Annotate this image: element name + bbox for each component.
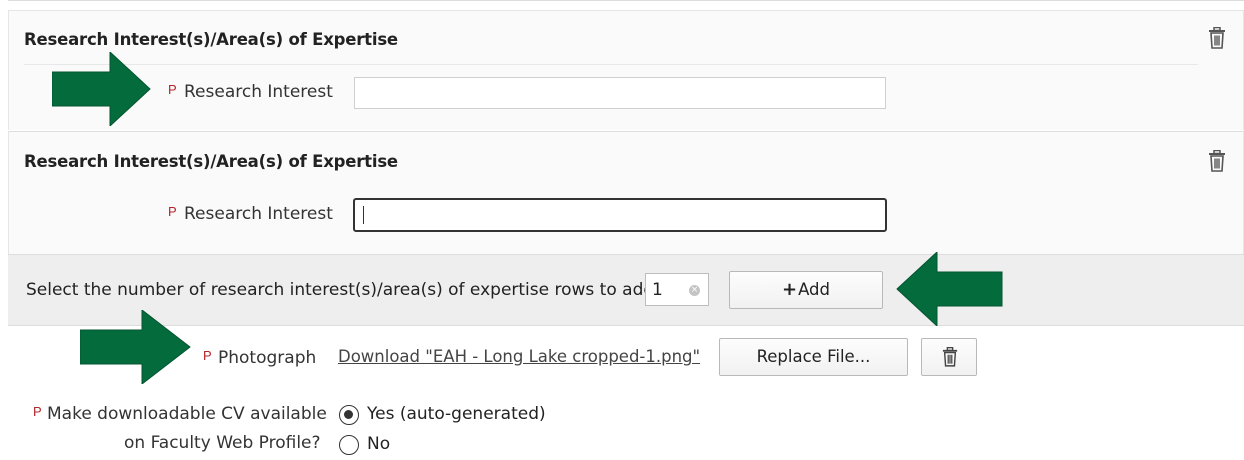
replace-file-button[interactable]: Replace File...	[719, 338, 908, 376]
plus-icon: +	[781, 279, 798, 300]
required-marker: P	[168, 82, 177, 97]
cv-label-line1: Make downloadable CV available	[47, 404, 327, 424]
add-button-label: Add	[798, 280, 831, 299]
top-divider	[8, 0, 1244, 10]
required-marker: P	[203, 348, 212, 363]
radio-checked-icon[interactable]	[339, 405, 359, 425]
research-interest-label: Research Interest	[184, 82, 333, 102]
section-title: Research Interest(s)/Area(s) of Expertis…	[24, 152, 398, 171]
arrow-right-icon	[52, 52, 151, 126]
clear-icon[interactable]: ×	[689, 285, 700, 296]
required-marker: P	[168, 204, 177, 219]
required-marker: P	[33, 404, 42, 419]
research-interest-section-2: Research Interest(s)/Area(s) of Expertis…	[8, 131, 1244, 254]
section-title: Research Interest(s)/Area(s) of Expertis…	[24, 30, 398, 49]
trash-icon	[942, 347, 958, 367]
cv-option-yes-label: Yes (auto-generated)	[367, 404, 546, 424]
add-rows-bar: Select the number of research interest(s…	[8, 254, 1244, 326]
download-file-link[interactable]: Download "EAH - Long Lake cropped-1.png"	[338, 347, 700, 366]
arrow-left-icon	[896, 252, 1003, 326]
research-interest-section-1: Research Interest(s)/Area(s) of Expertis…	[8, 10, 1244, 130]
row-count-value: 1	[652, 280, 663, 300]
photograph-label: Photograph	[218, 348, 317, 368]
text-caret	[363, 206, 364, 224]
row-count-input[interactable]: 1 ×	[645, 273, 709, 306]
section-divider	[24, 64, 1198, 65]
delete-photo-button[interactable]	[921, 338, 977, 376]
research-interest-input-focused[interactable]	[353, 198, 887, 232]
arrow-right-icon	[80, 310, 191, 384]
trash-icon[interactable]	[1208, 27, 1226, 49]
cv-label-line2: on Faculty Web Profile?	[124, 433, 321, 453]
cv-option-no-label: No	[367, 434, 391, 454]
trash-icon[interactable]	[1208, 150, 1226, 172]
radio-unchecked-icon[interactable]	[339, 435, 359, 455]
replace-file-label: Replace File...	[756, 347, 871, 366]
add-rows-label: Select the number of research interest(s…	[26, 280, 660, 300]
research-interest-label: Research Interest	[184, 204, 333, 224]
add-rows-button[interactable]: +Add	[729, 271, 883, 309]
research-interest-input[interactable]	[354, 77, 886, 109]
